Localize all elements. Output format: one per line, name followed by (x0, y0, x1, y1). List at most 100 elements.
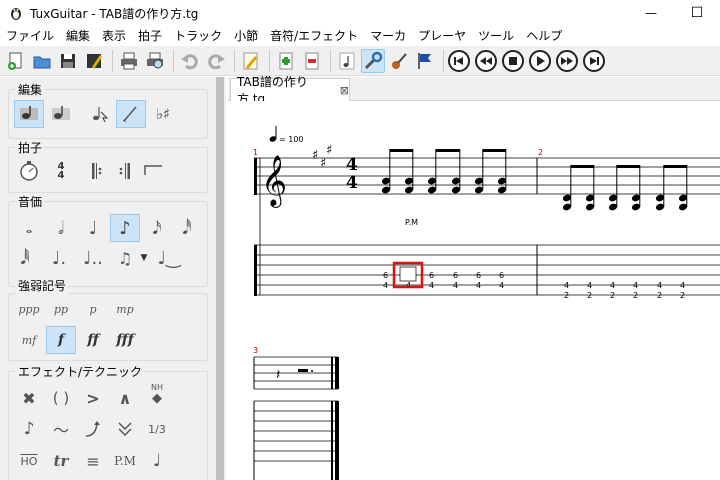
palette-scrollbar-thumb[interactable] (216, 77, 224, 480)
chord-note[interactable] (562, 165, 572, 211)
menu-track[interactable]: トラック (168, 26, 228, 46)
repeat-open-button[interactable] (82, 157, 112, 185)
stop-button[interactable] (502, 49, 524, 72)
menu-edit[interactable]: 編集 (60, 26, 96, 46)
tab-fret-number[interactable]: 2 (587, 291, 592, 300)
dynamic-pp-button[interactable]: pp (46, 295, 76, 323)
redo-button[interactable] (204, 49, 228, 73)
close-tab-icon[interactable]: ⊠ (340, 84, 349, 97)
staccato-button[interactable]: ♩ (142, 447, 172, 475)
minimize-button[interactable]: — (628, 0, 674, 26)
edit-note-button[interactable] (116, 100, 146, 128)
trill-button[interactable]: tr (46, 447, 76, 475)
tab-fret-number[interactable]: 2 (610, 291, 615, 300)
chord-note[interactable] (381, 149, 391, 194)
tab-fret-number[interactable]: 4 (564, 281, 569, 290)
guitar-button[interactable] (387, 49, 411, 73)
palm-mute-button[interactable]: P.M (110, 447, 140, 475)
grace-note-button[interactable]: ♪ (14, 415, 44, 443)
chord-note[interactable] (655, 165, 665, 211)
dynamic-mf-button[interactable]: mf (14, 326, 44, 354)
tremolo-bar-button[interactable] (110, 415, 140, 443)
chord-note[interactable] (608, 165, 618, 211)
harmonic-button[interactable]: NH ◆ (142, 380, 172, 408)
accidental-button[interactable]: ♭♯ (148, 100, 178, 128)
tab-fret-number[interactable]: 2 (657, 291, 662, 300)
marker-flag-button[interactable] (413, 49, 437, 73)
tab-fret-number[interactable]: 6 (383, 271, 388, 280)
sixteenth-note-button[interactable]: 𝅘𝅥𝅯 (142, 214, 172, 242)
time-signature-button[interactable]: 44 (46, 157, 76, 185)
tab-fret-number[interactable]: 2 (680, 291, 685, 300)
chord-select-2-button[interactable] (46, 100, 76, 128)
menu-player[interactable]: プレーヤ (412, 26, 472, 46)
menu-view[interactable]: 表示 (96, 26, 132, 46)
new-file-button[interactable] (4, 49, 28, 73)
open-file-button[interactable] (30, 49, 54, 73)
thirty-second-note-button[interactable]: 𝅘𝅥𝅰 (172, 214, 202, 242)
half-note-button[interactable]: 𝅗𝅥 (46, 214, 76, 242)
tab-fret-number[interactable]: 4 (610, 281, 615, 290)
tab-fret-number[interactable]: 4 (406, 281, 411, 290)
previous-measure-button[interactable] (475, 49, 497, 72)
first-measure-button[interactable] (448, 49, 470, 72)
menu-measure[interactable]: 小節 (228, 26, 264, 46)
tab-fret-number[interactable]: 4 (453, 281, 458, 290)
last-measure-button[interactable] (583, 49, 605, 72)
dynamic-p-button[interactable]: p (78, 295, 108, 323)
tie-button[interactable]: ♩‿ (154, 244, 184, 272)
tab-fret-number[interactable]: 2 (564, 291, 569, 300)
bend-button[interactable] (78, 415, 108, 443)
edit-button[interactable] (239, 49, 263, 73)
next-measure-button[interactable] (556, 49, 578, 72)
tab-fret-number[interactable]: 4 (476, 281, 481, 290)
tools-button[interactable] (361, 48, 385, 73)
alternate-ending-button[interactable] (138, 157, 168, 185)
chord-note[interactable] (427, 149, 437, 194)
menu-time[interactable]: 拍子 (132, 26, 168, 46)
tab-fret-number[interactable]: 2 (633, 291, 638, 300)
tuplet-dropdown-button[interactable]: ▼ (136, 244, 152, 272)
tab-fret-number[interactable]: 4 (383, 281, 388, 290)
menu-marker[interactable]: マーカ (364, 26, 412, 46)
dead-note-button[interactable]: ✖ (14, 384, 44, 412)
maximize-button[interactable]: ☐ (674, 0, 720, 26)
chord-note[interactable] (585, 165, 595, 211)
chord-note[interactable] (474, 149, 484, 194)
menu-note-effect[interactable]: 音符/エフェクト (264, 26, 364, 46)
chord-note[interactable] (631, 165, 641, 211)
hammer-on-button[interactable]: HO (14, 447, 44, 475)
add-track-button[interactable] (274, 49, 298, 73)
ghost-note-button[interactable]: ( ) (46, 384, 76, 412)
dynamic-mp-button[interactable]: mp (110, 295, 140, 323)
measure-1-notes[interactable] (381, 149, 507, 194)
undo-button[interactable] (178, 49, 202, 73)
tab-fret-number[interactable]: 4 (657, 281, 662, 290)
tab-fret-number[interactable]: 6 (476, 271, 481, 280)
dynamic-ff-button[interactable]: ff (78, 326, 108, 354)
measure-2-tab-numbers[interactable]: 424242424242 (564, 281, 685, 300)
remove-track-button[interactable] (300, 49, 324, 73)
note-button[interactable] (335, 49, 359, 73)
vibrato-button[interactable]: 〜 (46, 415, 76, 443)
tab-fret-number[interactable]: 6 (453, 271, 458, 280)
tab-fret-number[interactable]: 4 (499, 281, 504, 290)
chord-select-button[interactable] (14, 100, 44, 128)
double-dotted-button[interactable]: ♩.. (78, 244, 108, 272)
heavy-accent-button[interactable]: ∧ (110, 384, 140, 412)
dotted-button[interactable]: ♩. (44, 244, 74, 272)
tremolo-picking-button[interactable]: ≡ (78, 447, 108, 475)
score-canvas[interactable]: 1 2 = 100 𝄞 ♯ ♯ ♯ 4 4 P.M 644646464646 4… (228, 101, 720, 480)
menu-help[interactable]: ヘルプ (520, 26, 568, 46)
save-button[interactable] (56, 49, 80, 73)
play-button[interactable] (529, 49, 551, 72)
tab-fret-number[interactable]: 6 (429, 271, 434, 280)
accent-button[interactable]: > (78, 384, 108, 412)
tab-fret-number[interactable]: 6 (499, 271, 504, 280)
tab-fret-number[interactable]: 4 (680, 281, 685, 290)
whole-note-button[interactable]: 𝅝 (14, 214, 44, 242)
menu-file[interactable]: ファイル (0, 26, 60, 46)
eighth-note-button[interactable]: ♪ (110, 214, 140, 242)
tab-fret-number[interactable]: 4 (587, 281, 592, 290)
quarter-note-button[interactable]: ♩ (78, 214, 108, 242)
